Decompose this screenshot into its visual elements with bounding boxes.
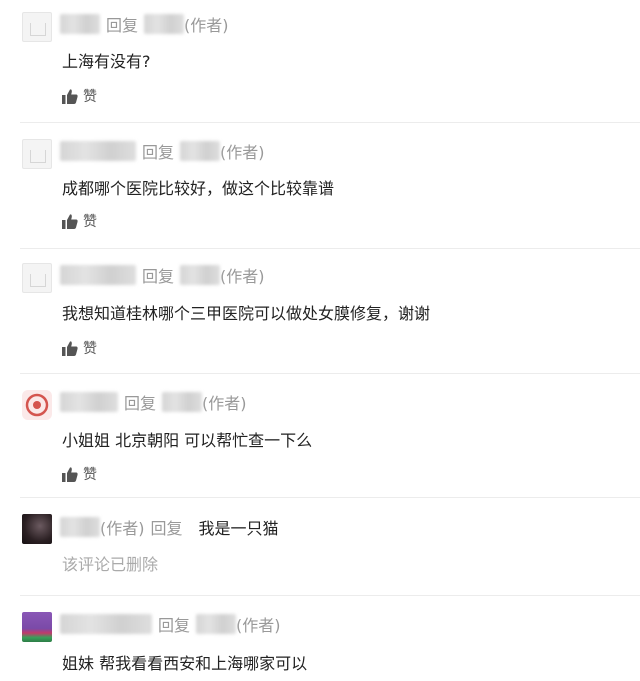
username-blurred[interactable]	[60, 14, 100, 34]
comment-item: 回复 (作者) 姐妹 帮我看看西安和上海哪家可以	[0, 596, 640, 681]
author-tag: (作者)	[220, 143, 265, 162]
reply-target-blurred[interactable]	[180, 141, 221, 161]
comment-item: (作者) 回复 我是一只猫 该评论已删除	[0, 498, 640, 594]
avatar[interactable]	[22, 612, 52, 642]
reply-label: 回复	[150, 519, 183, 538]
reply-label: 回复	[106, 16, 139, 35]
reply-text: 我是一只猫	[198, 519, 279, 538]
avatar[interactable]	[22, 390, 52, 420]
thumbs-up-icon	[62, 213, 78, 229]
comment-item: 回复 (作者) 我想知道桂林哪个三甲医院可以做处女膜修复，谢谢 赞	[0, 249, 640, 373]
username-blurred[interactable]	[60, 265, 136, 285]
comment-item: 回复 (作者) 成都哪个医院比较好，做这个比较靠谱 赞	[0, 123, 640, 247]
reply-target-blurred[interactable]	[196, 614, 237, 634]
like-button[interactable]: 赞	[62, 338, 97, 358]
avatar-graphic	[25, 393, 49, 417]
avatar[interactable]	[22, 514, 52, 544]
username-blurred[interactable]	[60, 141, 136, 161]
reply-label: 回复	[158, 616, 191, 635]
reply-label: 回复	[124, 394, 157, 413]
deleted-comment-notice: 该评论已删除	[62, 555, 159, 574]
author-tag: (作者)	[184, 16, 229, 35]
username-blurred[interactable]	[60, 392, 118, 412]
like-label: 赞	[83, 89, 97, 105]
author-tag: (作者)	[220, 267, 265, 286]
comment-header: 回复 (作者)	[60, 139, 265, 163]
comment-text: 成都哪个医院比较好，做这个比较靠谱	[62, 179, 335, 198]
author-tag: (作者)	[202, 394, 247, 413]
reply-target-blurred[interactable]	[144, 14, 185, 34]
avatar[interactable]	[22, 139, 52, 169]
like-button[interactable]: 赞	[62, 86, 97, 106]
username-blurred[interactable]	[60, 517, 100, 537]
reply-target-blurred[interactable]	[180, 265, 221, 285]
comment-text: 小姐姐 北京朝阳 可以帮忙查一下么	[62, 431, 313, 450]
comment-text: 上海有没有?	[62, 52, 151, 71]
avatar[interactable]	[22, 12, 52, 42]
comment-item: 回复 (作者) 上海有没有? 赞	[0, 0, 640, 120]
comment-header: 回复 (作者)	[60, 263, 265, 287]
author-tag: (作者)	[100, 519, 145, 538]
like-button[interactable]: 赞	[62, 211, 97, 231]
author-tag: (作者)	[236, 616, 281, 635]
reply-label: 回复	[142, 143, 175, 162]
thumbs-up-icon	[62, 340, 78, 356]
comment-header: 回复 (作者)	[60, 612, 281, 636]
comment-header: 回复 (作者)	[60, 390, 247, 414]
reply-target-blurred[interactable]	[162, 392, 203, 412]
avatar[interactable]	[22, 263, 52, 293]
username-blurred[interactable]	[60, 614, 152, 634]
like-label: 赞	[83, 341, 97, 357]
reply-label: 回复	[142, 267, 175, 286]
thumbs-up-icon	[62, 466, 78, 482]
comment-text: 姐妹 帮我看看西安和上海哪家可以	[62, 654, 308, 673]
like-button[interactable]: 赞	[62, 464, 97, 484]
comment-item: 回复 (作者) 小姐姐 北京朝阳 可以帮忙查一下么 赞	[0, 374, 640, 494]
like-label: 赞	[83, 467, 97, 483]
comment-header: 回复 (作者)	[60, 12, 229, 36]
thumbs-up-icon	[62, 88, 78, 104]
comment-header: (作者) 回复 我是一只猫	[60, 515, 279, 539]
like-label: 赞	[83, 214, 97, 230]
comment-text: 我想知道桂林哪个三甲医院可以做处女膜修复，谢谢	[62, 304, 431, 323]
